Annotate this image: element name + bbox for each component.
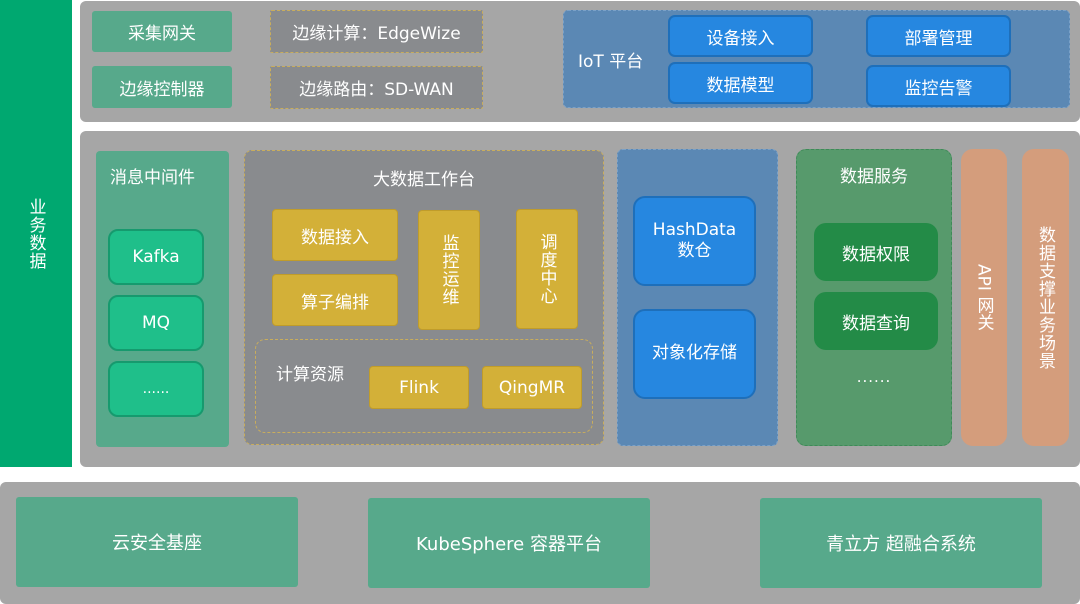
kubesphere-box[interactable]: KubeSphere 容器平台 xyxy=(368,498,650,588)
edge-controller-label: 边缘控制器 xyxy=(119,79,205,100)
cloud-security-label: 云安全基座 xyxy=(112,533,202,554)
compute-resources-group: 计算资源 Flink QingMR xyxy=(255,339,593,433)
deploy-management-button[interactable]: 部署管理 xyxy=(866,15,1011,57)
deploy-management-label: 部署管理 xyxy=(904,28,973,49)
qingmr-label: QingMR xyxy=(498,377,566,398)
business-data-bar: 业务数据 xyxy=(0,0,72,467)
collection-gateway-label: 采集网关 xyxy=(128,24,196,44)
data-permission-label: 数据权限 xyxy=(842,244,910,265)
mq-box[interactable]: MQ xyxy=(108,295,204,351)
data-ingest-label: 数据接入 xyxy=(301,227,369,248)
edge-compute-label: 边缘计算：EdgeWize xyxy=(292,24,461,44)
edge-routing-box[interactable]: 边缘路由：SD-WAN xyxy=(270,66,483,109)
api-gateway-column[interactable]: API 网关 xyxy=(961,149,1007,446)
hashdata-label: HashData xyxy=(652,219,737,240)
message-middleware-title: 消息中间件 xyxy=(110,168,195,188)
data-model-button[interactable]: 数据模型 xyxy=(668,62,813,104)
device-access-button[interactable]: 设备接入 xyxy=(668,15,813,57)
hyperconverged-label: 青立方 超融合系统 xyxy=(826,534,976,555)
scheduler-label: 调度中心 xyxy=(536,233,557,305)
scheduler-box[interactable]: 调度中心 xyxy=(516,209,578,329)
kafka-box[interactable]: Kafka xyxy=(108,229,204,285)
api-gateway-label: API 网关 xyxy=(973,264,994,331)
kafka-label: Kafka xyxy=(132,247,180,267)
edge-controller-box[interactable]: 边缘控制器 xyxy=(92,66,232,108)
edge-compute-box[interactable]: 边缘计算：EdgeWize xyxy=(270,10,483,53)
operator-orchestration-label: 算子编排 xyxy=(301,292,369,313)
kubesphere-label: KubeSphere 容器平台 xyxy=(416,534,602,555)
monitor-alert-label: 监控告警 xyxy=(904,78,973,99)
bigdata-workbench-title: 大数据工作台 xyxy=(373,170,475,190)
data-model-label: 数据模型 xyxy=(706,75,775,96)
monitor-ops-box[interactable]: 监控运维 xyxy=(418,210,480,330)
message-middleware-panel: 消息中间件 Kafka MQ ...... xyxy=(96,151,229,447)
monitor-ops-label: 监控运维 xyxy=(438,234,459,306)
infrastructure-layer: 云安全基座 KubeSphere 容器平台 青立方 超融合系统 xyxy=(0,482,1080,604)
iot-platform-label: IoT 平台 xyxy=(578,51,644,72)
device-access-label: 设备接入 xyxy=(706,28,775,49)
edge-routing-label: 边缘路由：SD-WAN xyxy=(299,80,454,100)
operator-orchestration-box[interactable]: 算子编排 xyxy=(272,274,398,326)
bigdata-workbench-panel: 大数据工作台 数据接入 算子编排 监控运维 调度中心 计算资源 Flink Qi… xyxy=(244,150,604,445)
flink-label: Flink xyxy=(399,377,439,398)
warehouse-label: 数仓 xyxy=(677,241,712,261)
mq-label: MQ xyxy=(141,313,171,333)
object-storage-label: 对象化存储 xyxy=(652,343,737,364)
middleware-more-label: ...... xyxy=(142,381,170,397)
collection-gateway-box[interactable]: 采集网关 xyxy=(92,11,232,52)
cloud-security-box[interactable]: 云安全基座 xyxy=(16,497,298,587)
object-storage-box[interactable]: 对象化存储 xyxy=(633,309,756,399)
qingmr-box[interactable]: QingMR xyxy=(482,366,582,409)
data-service-title: 数据服务 xyxy=(840,167,908,187)
business-support-column[interactable]: 数据支撑业务场景 xyxy=(1022,149,1069,446)
business-data-label: 业务数据 xyxy=(25,197,46,270)
data-service-more: ...... xyxy=(856,368,892,386)
storage-panel: HashData 数仓 对象化存储 xyxy=(617,149,778,446)
hyperconverged-box[interactable]: 青立方 超融合系统 xyxy=(760,498,1042,588)
middleware-more-box[interactable]: ...... xyxy=(108,361,204,417)
data-ingest-box[interactable]: 数据接入 xyxy=(272,209,398,261)
flink-box[interactable]: Flink xyxy=(369,366,469,409)
hashdata-warehouse-box[interactable]: HashData 数仓 xyxy=(633,196,756,286)
compute-resources-label: 计算资源 xyxy=(276,365,344,385)
iot-platform-panel: IoT 平台 设备接入 部署管理 数据模型 监控告警 xyxy=(563,10,1070,108)
data-query-label: 数据查询 xyxy=(842,313,910,334)
data-query-box[interactable]: 数据查询 xyxy=(814,292,938,350)
business-support-label: 数据支撑业务场景 xyxy=(1035,225,1055,370)
data-permission-box[interactable]: 数据权限 xyxy=(814,223,938,281)
data-service-panel: 数据服务 数据权限 数据查询 ...... xyxy=(796,149,952,446)
monitor-alert-button[interactable]: 监控告警 xyxy=(866,65,1011,107)
